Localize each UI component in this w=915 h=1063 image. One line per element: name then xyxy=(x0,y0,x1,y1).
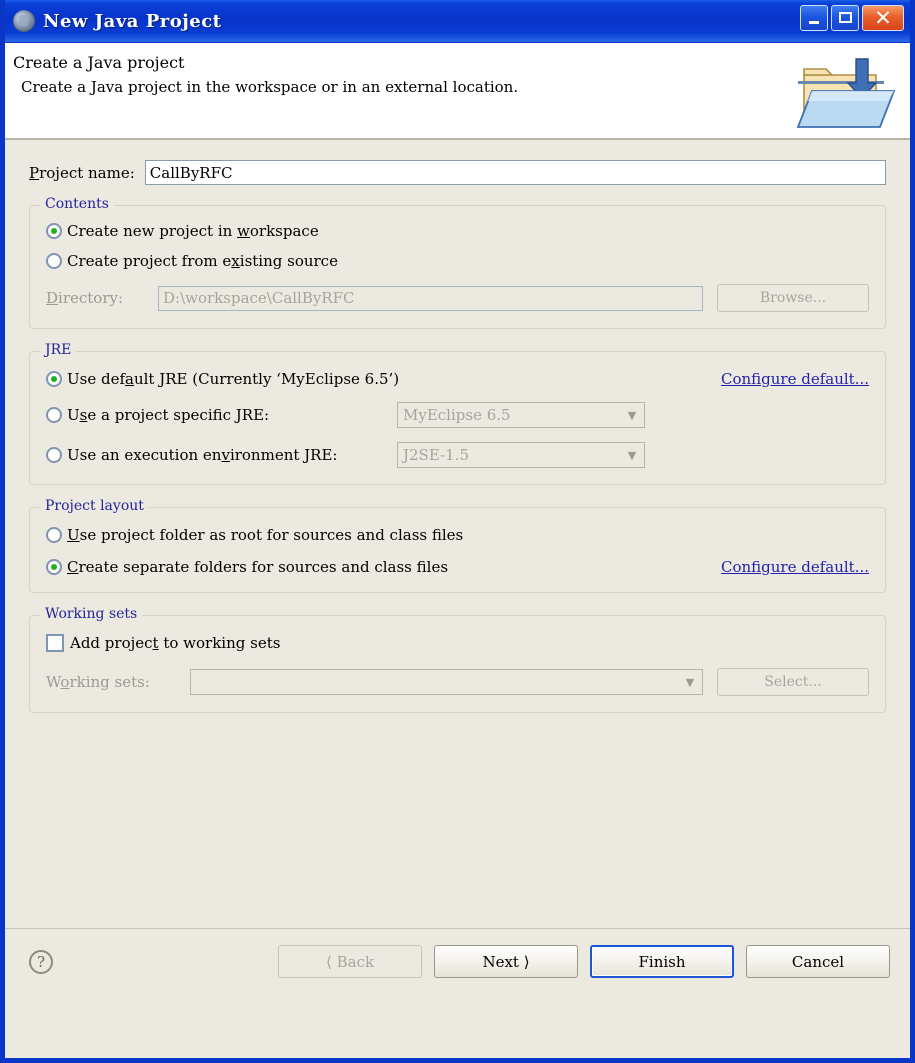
banner-subtitle: Create a Java project in the workspace o… xyxy=(21,78,519,96)
radio-label-use-project-specific-jre: Use a project specific JRE: xyxy=(67,406,270,424)
radio-label-use-project-folder-as-root: Use project folder as root for sources a… xyxy=(67,526,464,544)
directory-value: D:\workspace\CallByRFC xyxy=(163,289,355,307)
radio-icon-unselected xyxy=(46,407,62,423)
configure-default-jre-link[interactable]: Configure default... xyxy=(721,370,869,388)
next-button[interactable]: Next ⟩ xyxy=(434,945,578,978)
directory-row: Directory: D:\workspace\CallByRFC Browse… xyxy=(46,284,869,312)
working-sets-label: Working sets: xyxy=(46,673,150,691)
radio-use-project-specific-jre[interactable]: Use a project specific JRE: MyEclipse 6.… xyxy=(46,402,869,428)
radio-label-use-default-jre: Use default JRE (Currently ‘MyEclipse 6.… xyxy=(67,370,400,388)
back-button[interactable]: ⟨ Back xyxy=(278,945,422,978)
radio-create-new-project[interactable]: Create new project in workspace xyxy=(46,222,869,240)
radio-icon-selected xyxy=(46,371,62,387)
jre-legend: JRE xyxy=(40,342,77,358)
working-sets-row: Working sets: ▼ Select... xyxy=(46,668,869,696)
radio-use-execution-environment-jre[interactable]: Use an execution environment JRE: J2SE-1… xyxy=(46,442,869,468)
minimize-button[interactable] xyxy=(800,5,828,31)
close-icon: ✕ xyxy=(874,6,892,30)
checkbox-label-add-project-to-working-sets: Add project to working sets xyxy=(70,634,281,652)
contents-legend: Contents xyxy=(40,196,114,212)
radio-create-separate-folders[interactable]: Create separate folders for sources and … xyxy=(46,558,869,576)
finish-button[interactable]: Finish xyxy=(590,945,734,978)
radio-label-create-from-existing-source: Create project from existing source xyxy=(67,252,338,270)
radio-use-project-folder-as-root[interactable]: Use project folder as root for sources a… xyxy=(46,526,869,544)
directory-label: Directory: xyxy=(46,289,124,307)
checkbox-add-project-to-working-sets[interactable]: Add project to working sets xyxy=(46,634,869,652)
banner-title: Create a Java project xyxy=(13,53,185,72)
working-sets-combo[interactable]: ▼ xyxy=(190,669,703,695)
new-java-project-folder-icon xyxy=(796,58,896,128)
execution-environment-jre-value: J2SE-1.5 xyxy=(403,446,469,464)
execution-environment-jre-combo[interactable]: J2SE-1.5 ▼ xyxy=(397,442,645,468)
help-button[interactable]: ? xyxy=(29,949,53,974)
maximize-button[interactable] xyxy=(831,5,859,31)
title-bar: New Java Project ✕ xyxy=(5,0,910,43)
minimize-icon xyxy=(809,21,819,24)
project-layout-legend: Project layout xyxy=(40,498,149,514)
directory-input[interactable]: D:\workspace\CallByRFC xyxy=(158,285,703,311)
project-specific-jre-value: MyEclipse 6.5 xyxy=(403,406,511,424)
radio-icon-unselected xyxy=(46,447,62,463)
dialog-body: Project name: CallByRFC Contents Create … xyxy=(5,140,910,994)
radio-icon-unselected xyxy=(46,253,62,269)
maximize-icon xyxy=(839,12,852,23)
radio-icon-selected xyxy=(46,559,62,575)
radio-icon-unselected xyxy=(46,527,62,543)
radio-icon-selected xyxy=(46,223,62,239)
window-controls: ✕ xyxy=(800,5,904,31)
dialog-footer: ? ⟨ Back Next ⟩ Finish Cancel xyxy=(5,928,910,994)
contents-group: Contents Create new project in workspace… xyxy=(29,196,886,329)
select-working-sets-button[interactable]: Select... xyxy=(717,668,869,696)
wizard-buttons: ⟨ Back Next ⟩ Finish Cancel xyxy=(278,945,890,978)
wizard-banner: Create a Java project Create a Java proj… xyxy=(5,43,910,140)
close-button[interactable]: ✕ xyxy=(862,5,904,31)
configure-default-layout-link[interactable]: Configure default... xyxy=(721,558,869,576)
chevron-down-icon: ▼ xyxy=(685,675,695,689)
cancel-button[interactable]: Cancel xyxy=(746,945,890,978)
chevron-down-icon: ▼ xyxy=(627,408,637,422)
radio-create-from-existing-source[interactable]: Create project from existing source xyxy=(46,252,869,270)
project-name-input[interactable]: CallByRFC xyxy=(144,160,886,185)
radio-label-create-separate-folders: Create separate folders for sources and … xyxy=(67,558,449,576)
new-java-project-dialog: New Java Project ✕ Create a Java project… xyxy=(0,0,915,1063)
project-name-value: CallByRFC xyxy=(149,163,233,182)
project-specific-jre-combo[interactable]: MyEclipse 6.5 ▼ xyxy=(397,402,645,428)
working-sets-legend: Working sets xyxy=(40,606,143,622)
checkbox-icon-unchecked xyxy=(46,634,64,652)
window-title: New Java Project xyxy=(43,10,222,32)
radio-label-use-execution-environment-jre: Use an execution environment JRE: xyxy=(67,446,338,464)
project-name-label: Project name: xyxy=(29,163,135,182)
radio-use-default-jre[interactable]: Use default JRE (Currently ‘MyEclipse 6.… xyxy=(46,370,869,388)
project-layout-group: Project layout Use project folder as roo… xyxy=(29,498,886,593)
jre-group: JRE Use default JRE (Currently ‘MyEclips… xyxy=(29,342,886,485)
radio-label-create-new-project: Create new project in workspace xyxy=(67,222,319,240)
chevron-down-icon: ▼ xyxy=(627,448,637,462)
working-sets-group: Working sets Add project to working sets… xyxy=(29,606,886,713)
browse-button[interactable]: Browse... xyxy=(717,284,869,312)
java-project-icon xyxy=(13,10,35,32)
project-name-row: Project name: CallByRFC xyxy=(5,140,910,185)
